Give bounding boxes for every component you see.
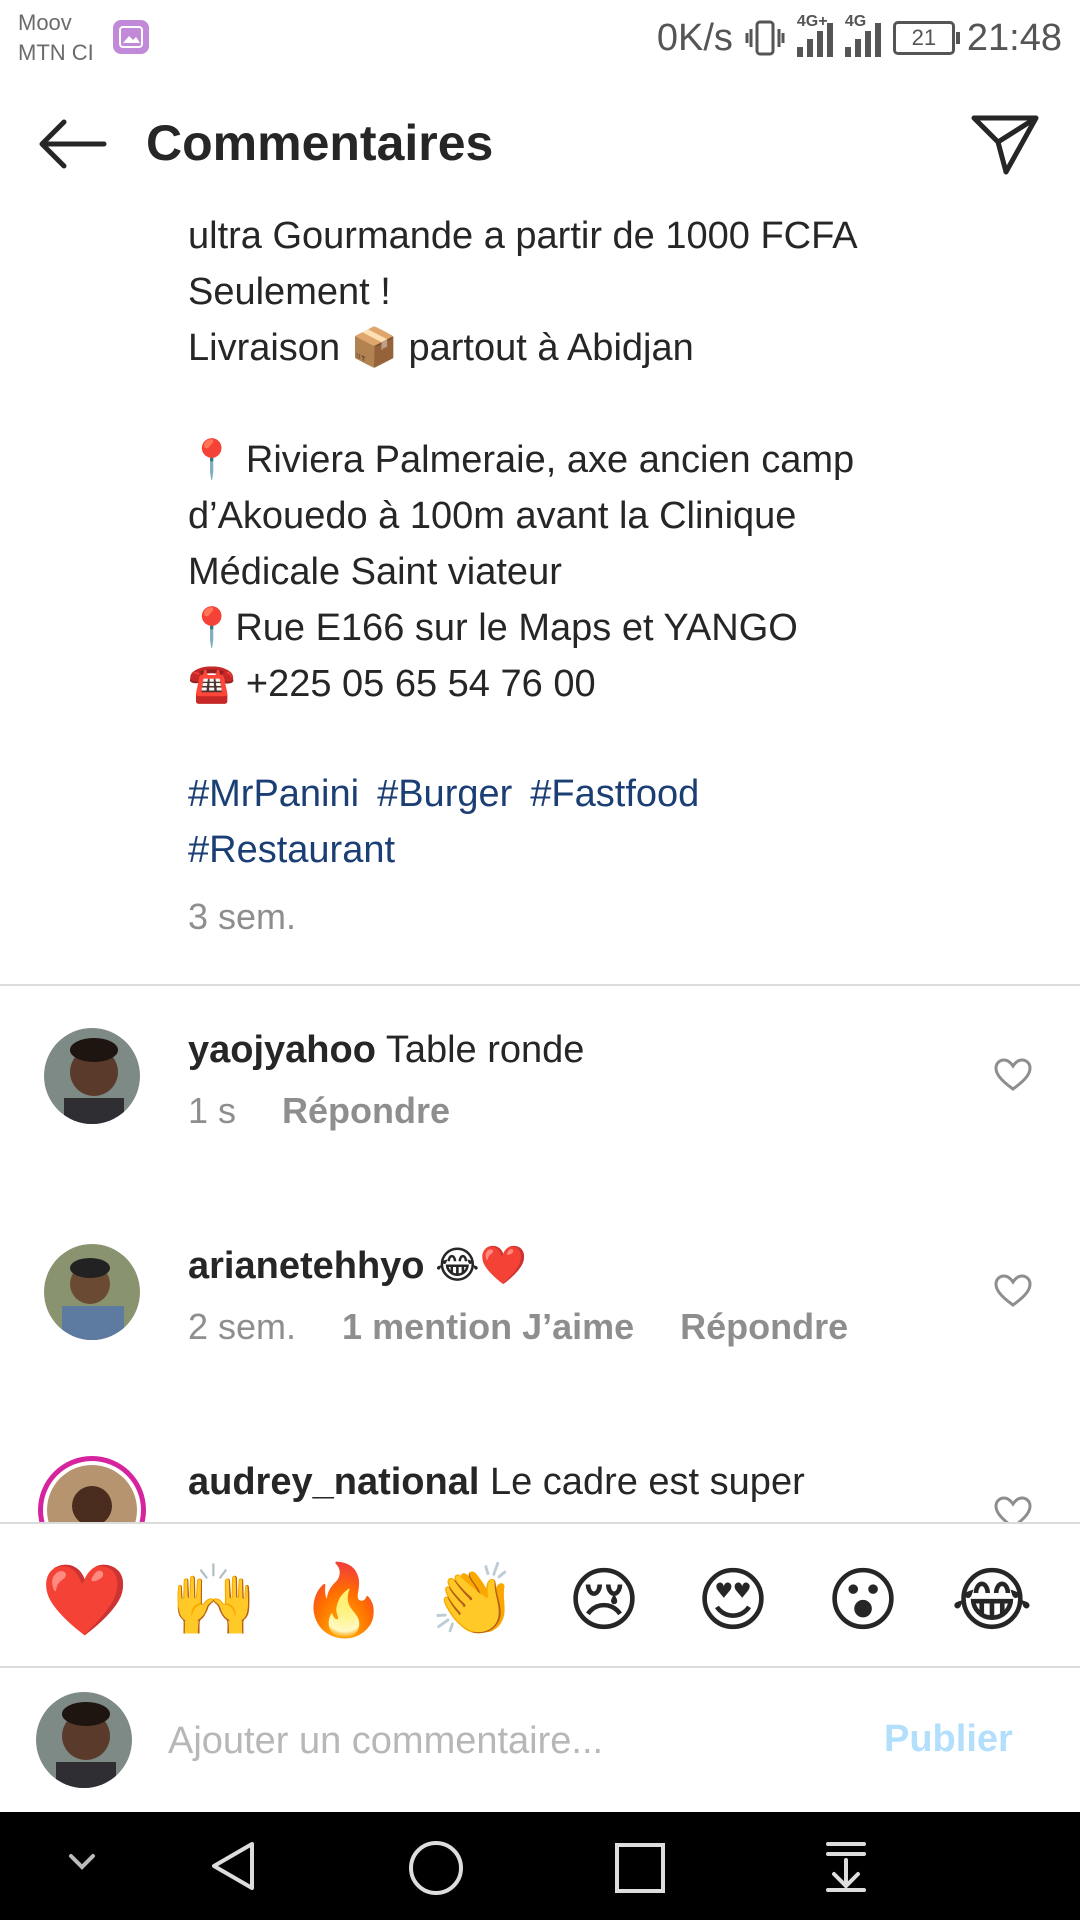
comment-body: Le cadre est super <box>489 1461 805 1503</box>
caption-line: ☎️ +225 05 65 54 76 00 <box>188 663 596 705</box>
my-avatar <box>36 1692 132 1788</box>
comment-username[interactable]: audrey_national <box>188 1461 479 1503</box>
comment-username[interactable]: arianetehhyo <box>188 1245 425 1287</box>
comment-time: 2 sem. <box>188 1306 297 1347</box>
send-icon[interactable] <box>970 112 1040 176</box>
carrier-info: Moov MTN CI <box>18 8 94 68</box>
hashtag-link[interactable]: #MrPanini <box>188 773 359 815</box>
carrier-line-2: MTN CI <box>18 40 94 65</box>
comment-meta: 1 s Répondre <box>188 1090 496 1132</box>
back-arrow-icon[interactable] <box>36 116 108 172</box>
caption-timestamp: 3 sem. <box>188 896 297 937</box>
likes-count-link[interactable]: 1 mention J’aime <box>342 1306 634 1347</box>
signal-4g-icon: 4G <box>844 13 881 57</box>
hashtag-link[interactable]: #Burger <box>377 773 512 815</box>
avatar[interactable] <box>44 1244 140 1340</box>
page-title: Commentaires <box>146 115 494 171</box>
network-speed: 0K/s <box>656 16 733 59</box>
nav-back-icon[interactable] <box>208 1840 260 1892</box>
top-app-bar: Commentaires <box>0 92 1080 196</box>
vibrate-icon <box>745 20 785 56</box>
caption-line: Seulement ! <box>188 271 391 313</box>
reply-button[interactable]: Répondre <box>680 1306 848 1347</box>
caption-line: 📍 Riviera Palmeraie, axe ancien camp <box>188 439 855 481</box>
emoji-surprised[interactable]: 😮 <box>819 1556 907 1644</box>
post-caption: ultra Gourmande a partir de 1000 FCFA Se… <box>188 208 988 712</box>
divider <box>0 984 1080 986</box>
hashtag-link[interactable]: #Fastfood <box>530 773 699 815</box>
comment-item: audrey_national Le cadre est super <box>0 1454 1080 1522</box>
emoji-heart-eyes[interactable]: 😍 <box>689 1556 777 1644</box>
emoji-clapping[interactable]: 👏 <box>430 1556 518 1644</box>
emoji-crying[interactable]: 😢 <box>560 1556 648 1644</box>
notification-pulldown-icon[interactable] <box>824 1840 868 1894</box>
comment-text: arianetehhyo 😂❤️ <box>188 1238 527 1294</box>
hashtag-list: #MrPanini #Burger #Fastfood #Restaurant <box>188 766 1028 878</box>
carrier-line-1: Moov <box>18 10 72 35</box>
like-heart-icon[interactable] <box>994 1058 1032 1092</box>
battery-icon: 21 <box>892 21 960 55</box>
like-heart-icon[interactable] <box>994 1496 1032 1522</box>
comment-meta: 2 sem. 1 mention J’aime Répondre <box>188 1306 894 1348</box>
nav-recents-icon[interactable] <box>614 1842 666 1894</box>
comment-text: audrey_national Le cadre est super <box>188 1454 805 1510</box>
status-right: 0K/s 4G+ 4G 21 21:48 <box>656 13 1062 62</box>
caption-line: Livraison 📦 partout à Abidjan <box>188 327 694 369</box>
comment-input[interactable] <box>166 1708 870 1774</box>
battery-level: 21 <box>911 25 937 50</box>
caption-line: 📍Rue E166 sur le Maps et YANGO <box>188 607 798 649</box>
quick-emoji-bar: ❤️ 🙌 🔥 👏 😢 😍 😮 😂 <box>0 1522 1080 1668</box>
avatar[interactable] <box>44 1028 140 1124</box>
comment-body: Table ronde <box>385 1029 585 1071</box>
caption-line: d’Akouedo à 100m avant la Clinique <box>188 495 797 537</box>
hashtag-link[interactable]: #Restaurant <box>188 829 395 871</box>
publish-button[interactable]: Publier <box>884 1718 1013 1761</box>
caption-line: ultra Gourmande a partir de 1000 FCFA <box>188 215 858 257</box>
comment-text: yaojyahoo Table ronde <box>188 1022 584 1078</box>
caption-line: Médicale Saint viateur <box>188 551 562 593</box>
nav-home-icon[interactable] <box>408 1840 464 1896</box>
emoji-heart[interactable]: ❤️ <box>41 1556 129 1644</box>
comment-item: arianetehhyo 😂❤️ 2 sem. 1 mention J’aime R… <box>0 1238 1080 1398</box>
gallery-notification-icon <box>113 20 149 54</box>
emoji-laughing[interactable]: 😂 <box>948 1556 1036 1644</box>
like-heart-icon[interactable] <box>994 1274 1032 1308</box>
comment-body: 😂❤️ <box>435 1245 527 1287</box>
emoji-raised-hands[interactable]: 🙌 <box>170 1556 258 1644</box>
signal-4g-plus-icon: 4G+ <box>796 13 833 57</box>
reply-button[interactable]: Répondre <box>282 1090 450 1131</box>
net-type-2: 4G <box>844 13 867 30</box>
comment-username[interactable]: yaojyahoo <box>188 1029 376 1071</box>
comment-item: yaojyahoo Table ronde 1 s Répondre <box>0 1022 1080 1182</box>
comment-time: 1 s <box>188 1090 237 1131</box>
system-nav-bar <box>0 1812 1080 1920</box>
comment-composer: Publier <box>0 1666 1080 1814</box>
clock: 21:48 <box>966 16 1062 59</box>
status-bar: Moov MTN CI 0K/s 4G+ 4G 21 21:48 <box>0 0 1080 80</box>
chevron-down-icon[interactable] <box>68 1852 96 1872</box>
emoji-fire[interactable]: 🔥 <box>300 1556 388 1644</box>
net-type-1: 4G+ <box>796 13 828 30</box>
avatar-story-ring[interactable] <box>36 1454 148 1522</box>
